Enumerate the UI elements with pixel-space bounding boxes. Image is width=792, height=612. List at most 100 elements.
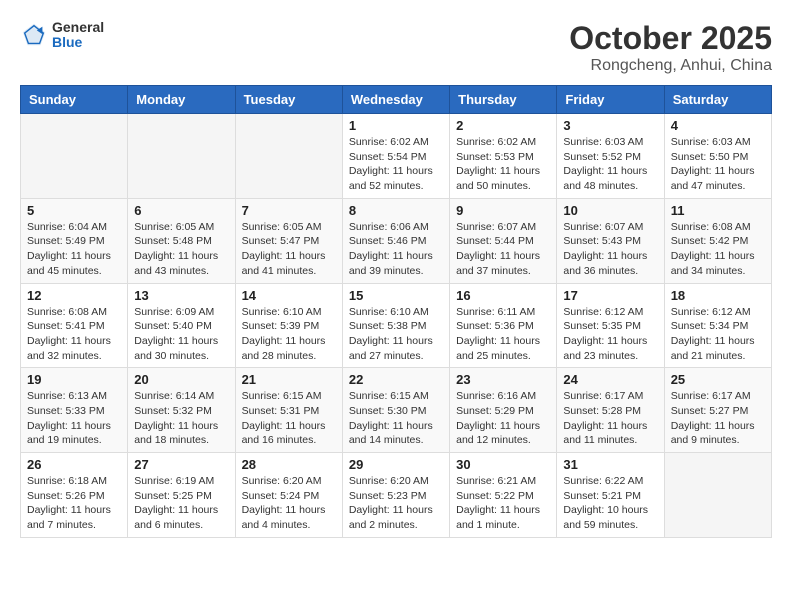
day-info: Sunrise: 6:07 AM Sunset: 5:44 PM Dayligh… [456,220,550,279]
calendar-cell: 9 Sunrise: 6:07 AM Sunset: 5:44 PM Daylig… [450,198,557,283]
calendar-cell: 12 Sunrise: 6:08 AM Sunset: 5:41 PM Dayli… [21,283,128,368]
day-info: Sunrise: 6:03 AM Sunset: 5:50 PM Dayligh… [671,135,765,194]
day-info: Sunrise: 6:20 AM Sunset: 5:24 PM Dayligh… [242,474,336,533]
calendar-table: SundayMondayTuesdayWednesdayThursdayFrid… [20,85,772,538]
calendar-cell [664,453,771,538]
month-title: October 2025 [569,20,772,57]
calendar-cell: 7Sunrise: 6:05 AM Sunset: 5:47 PM Daylig… [235,198,342,283]
day-info: Sunrise: 6:17 AM Sunset: 5:27 PM Dayligh… [671,389,765,448]
calendar-cell: 17 Sunrise: 6:12 AM Sunset: 5:35 PM Dayli… [557,283,664,368]
day-info: Sunrise: 6:02 AM Sunset: 5:53 PM Dayligh… [456,135,550,194]
weekday-header-wednesday: Wednesday [342,86,449,114]
logo-text: General Blue [52,20,104,51]
calendar-cell: 14Sunrise: 6:10 AM Sunset: 5:39 PM Dayli… [235,283,342,368]
day-number: 13 [134,288,228,303]
day-info: Sunrise: 6:05 AM Sunset: 5:48 PM Dayligh… [134,220,228,279]
calendar-cell: 10 Sunrise: 6:07 AM Sunset: 5:43 PM Dayli… [557,198,664,283]
weekday-header-row: SundayMondayTuesdayWednesdayThursdayFrid… [21,86,772,114]
weekday-header-monday: Monday [128,86,235,114]
day-number: 4 [671,118,765,133]
day-info: Sunrise: 6:16 AM Sunset: 5:29 PM Dayligh… [456,389,550,448]
calendar-cell: 6 Sunrise: 6:05 AM Sunset: 5:48 PM Daylig… [128,198,235,283]
day-number: 31 [563,457,657,472]
calendar-week-5: 26 Sunrise: 6:18 AM Sunset: 5:26 PM Dayli… [21,453,772,538]
day-info: Sunrise: 6:08 AM Sunset: 5:42 PM Dayligh… [671,220,765,279]
calendar-cell: 2 Sunrise: 6:02 AM Sunset: 5:53 PM Daylig… [450,114,557,199]
calendar-body: 1 Sunrise: 6:02 AM Sunset: 5:54 PM Daylig… [21,114,772,538]
day-number: 18 [671,288,765,303]
calendar-cell: 3Sunrise: 6:03 AM Sunset: 5:52 PM Daylig… [557,114,664,199]
day-number: 23 [456,372,550,387]
day-info: Sunrise: 6:06 AM Sunset: 5:46 PM Dayligh… [349,220,443,279]
calendar-cell: 13 Sunrise: 6:09 AM Sunset: 5:40 PM Dayli… [128,283,235,368]
day-info: Sunrise: 6:12 AM Sunset: 5:34 PM Dayligh… [671,305,765,364]
day-info: Sunrise: 6:15 AM Sunset: 5:31 PM Dayligh… [242,389,336,448]
logo-icon [20,21,48,49]
day-number: 10 [563,203,657,218]
day-number: 26 [27,457,121,472]
day-number: 29 [349,457,443,472]
day-number: 8 [349,203,443,218]
day-info: Sunrise: 6:12 AM Sunset: 5:35 PM Dayligh… [563,305,657,364]
day-number: 25 [671,372,765,387]
calendar-cell: 25 Sunrise: 6:17 AM Sunset: 5:27 PM Dayli… [664,368,771,453]
day-info: Sunrise: 6:20 AM Sunset: 5:23 PM Dayligh… [349,474,443,533]
calendar-week-2: 5Sunrise: 6:04 AM Sunset: 5:49 PM Daylig… [21,198,772,283]
day-info: Sunrise: 6:08 AM Sunset: 5:41 PM Dayligh… [27,305,121,364]
calendar-cell [21,114,128,199]
location-text: Rongcheng, Anhui, China [569,57,772,75]
day-number: 5 [27,203,121,218]
calendar-cell: 16 Sunrise: 6:11 AM Sunset: 5:36 PM Dayli… [450,283,557,368]
calendar-cell: 5Sunrise: 6:04 AM Sunset: 5:49 PM Daylig… [21,198,128,283]
calendar-header: SundayMondayTuesdayWednesdayThursdayFrid… [21,86,772,114]
page-header: General Blue October 2025 Rongcheng, Anh… [20,20,772,75]
calendar-cell: 24Sunrise: 6:17 AM Sunset: 5:28 PM Dayli… [557,368,664,453]
calendar-cell: 22Sunrise: 6:15 AM Sunset: 5:30 PM Dayli… [342,368,449,453]
calendar-cell: 4 Sunrise: 6:03 AM Sunset: 5:50 PM Daylig… [664,114,771,199]
title-block: October 2025 Rongcheng, Anhui, China [569,20,772,75]
logo-general-text: General [52,20,104,35]
day-info: Sunrise: 6:10 AM Sunset: 5:38 PM Dayligh… [349,305,443,364]
day-info: Sunrise: 6:11 AM Sunset: 5:36 PM Dayligh… [456,305,550,364]
day-info: Sunrise: 6:05 AM Sunset: 5:47 PM Dayligh… [242,220,336,279]
day-number: 21 [242,372,336,387]
day-info: Sunrise: 6:02 AM Sunset: 5:54 PM Dayligh… [349,135,443,194]
calendar-cell: 15 Sunrise: 6:10 AM Sunset: 5:38 PM Dayli… [342,283,449,368]
calendar-cell: 29 Sunrise: 6:20 AM Sunset: 5:23 PM Dayli… [342,453,449,538]
calendar-week-4: 19Sunrise: 6:13 AM Sunset: 5:33 PM Dayli… [21,368,772,453]
calendar-cell: 8 Sunrise: 6:06 AM Sunset: 5:46 PM Daylig… [342,198,449,283]
day-number: 6 [134,203,228,218]
day-info: Sunrise: 6:18 AM Sunset: 5:26 PM Dayligh… [27,474,121,533]
weekday-header-tuesday: Tuesday [235,86,342,114]
day-info: Sunrise: 6:14 AM Sunset: 5:32 PM Dayligh… [134,389,228,448]
calendar-cell: 21 Sunrise: 6:15 AM Sunset: 5:31 PM Dayli… [235,368,342,453]
day-number: 2 [456,118,550,133]
calendar-cell: 27Sunrise: 6:19 AM Sunset: 5:25 PM Dayli… [128,453,235,538]
calendar-cell: 31Sunrise: 6:22 AM Sunset: 5:21 PM Dayli… [557,453,664,538]
calendar-cell: 26 Sunrise: 6:18 AM Sunset: 5:26 PM Dayli… [21,453,128,538]
calendar-cell [128,114,235,199]
day-number: 30 [456,457,550,472]
weekday-header-thursday: Thursday [450,86,557,114]
day-number: 1 [349,118,443,133]
day-info: Sunrise: 6:19 AM Sunset: 5:25 PM Dayligh… [134,474,228,533]
day-number: 22 [349,372,443,387]
day-number: 17 [563,288,657,303]
weekday-header-sunday: Sunday [21,86,128,114]
day-number: 20 [134,372,228,387]
day-number: 16 [456,288,550,303]
day-number: 11 [671,203,765,218]
logo-blue-text: Blue [52,35,104,50]
day-number: 12 [27,288,121,303]
day-info: Sunrise: 6:21 AM Sunset: 5:22 PM Dayligh… [456,474,550,533]
day-number: 9 [456,203,550,218]
day-info: Sunrise: 6:07 AM Sunset: 5:43 PM Dayligh… [563,220,657,279]
calendar-cell: 20 Sunrise: 6:14 AM Sunset: 5:32 PM Dayli… [128,368,235,453]
day-number: 28 [242,457,336,472]
day-number: 15 [349,288,443,303]
day-number: 19 [27,372,121,387]
day-info: Sunrise: 6:09 AM Sunset: 5:40 PM Dayligh… [134,305,228,364]
weekday-header-saturday: Saturday [664,86,771,114]
weekday-header-friday: Friday [557,86,664,114]
day-info: Sunrise: 6:10 AM Sunset: 5:39 PM Dayligh… [242,305,336,364]
